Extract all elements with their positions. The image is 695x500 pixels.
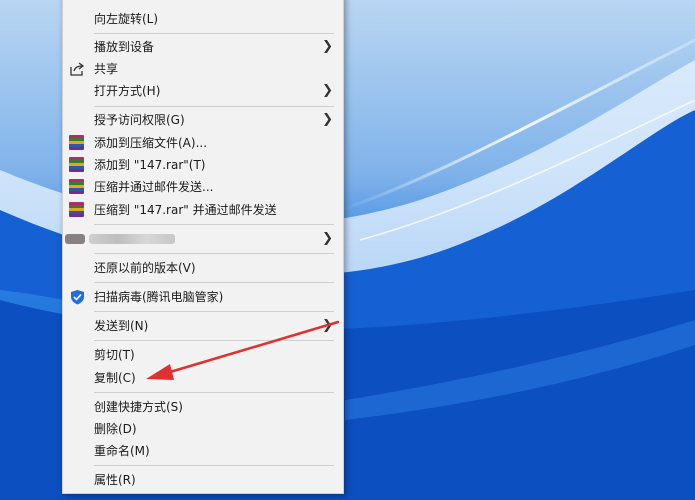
menu-item-delete[interactable]: 删除(D) — [63, 418, 343, 440]
menu-item-label: 压缩到 "147.rar" 并通过邮件发送 — [94, 203, 277, 217]
menu-item-label: 压缩并通过邮件发送... — [94, 180, 214, 194]
menu-item-send-to[interactable]: 发送到(N) ❯ — [63, 315, 343, 337]
menu-separator — [94, 340, 334, 341]
menu-separator — [94, 224, 334, 225]
menu-item-give-access[interactable]: 授予访问权限(G) ❯ — [63, 109, 343, 131]
menu-item-label: 添加到 "147.rar"(T) — [94, 158, 206, 172]
menu-item-label: 授予访问权限(G) — [94, 113, 185, 127]
menu-item-open-with[interactable]: 打开方式(H) ❯ — [63, 80, 343, 102]
share-icon — [69, 61, 86, 77]
context-menu: 向左旋转(L) 播放到设备 ❯ 共享 打开方式(H) ❯ 授予访问权限(G) ❯… — [62, 0, 344, 494]
menu-item-rename[interactable]: 重命名(M) — [63, 440, 343, 462]
menu-item-label: 还原以前的版本(V) — [94, 261, 196, 275]
chevron-right-icon: ❯ — [322, 231, 333, 246]
menu-item-label: 打开方式(H) — [94, 84, 161, 98]
menu-item-label: 共享 — [94, 62, 119, 76]
menu-separator — [94, 392, 334, 393]
chevron-right-icon: ❯ — [322, 39, 333, 54]
menu-item-label: 复制(C) — [94, 371, 136, 385]
menu-item-restore-versions[interactable]: 还原以前的版本(V) — [63, 257, 343, 279]
menu-separator — [94, 311, 334, 312]
chevron-right-icon: ❯ — [322, 83, 333, 98]
menu-item-label: 创建快捷方式(S) — [94, 400, 183, 414]
menu-item-compress-email[interactable]: 压缩并通过邮件发送... — [63, 176, 343, 198]
menu-item-label: 添加到压缩文件(A)... — [94, 136, 208, 150]
menu-separator — [94, 106, 334, 107]
menu-item-copy[interactable]: 复制(C) — [63, 367, 343, 389]
menu-item-label: 删除(D) — [94, 422, 137, 436]
menu-item-label: 向左旋转(L) — [94, 12, 159, 26]
menu-separator — [94, 253, 334, 254]
menu-item-scan-virus[interactable]: 扫描病毒(腾讯电脑管家) — [63, 286, 343, 308]
menu-item-cast-to-device[interactable]: 播放到设备 ❯ — [63, 36, 343, 58]
winrar-archive-icon — [69, 202, 86, 218]
menu-item-cut[interactable]: 剪切(T) — [63, 344, 343, 366]
menu-separator — [94, 282, 334, 283]
chevron-right-icon: ❯ — [322, 318, 333, 333]
menu-item-label: 属性(R) — [94, 473, 136, 487]
blurred-icon — [65, 234, 85, 244]
menu-item-add-to-rar[interactable]: 添加到 "147.rar"(T) — [63, 154, 343, 176]
menu-item-label: 剪切(T) — [94, 348, 135, 362]
menu-item-label: 重命名(M) — [94, 444, 150, 458]
menu-item-label: 发送到(N) — [94, 319, 149, 333]
menu-separator — [94, 465, 334, 466]
chevron-right-icon: ❯ — [322, 112, 333, 127]
menu-item-share[interactable]: 共享 — [63, 58, 343, 80]
menu-item-rotate-left[interactable]: 向左旋转(L) — [63, 8, 343, 30]
menu-item-add-to-archive[interactable]: 添加到压缩文件(A)... — [63, 132, 343, 154]
winrar-archive-icon — [69, 135, 86, 151]
menu-item-compress-rar-email[interactable]: 压缩到 "147.rar" 并通过邮件发送 — [63, 199, 343, 221]
winrar-archive-icon — [69, 179, 86, 195]
menu-item-label: 扫描病毒(腾讯电脑管家) — [94, 290, 224, 304]
blurred-label — [89, 234, 175, 244]
menu-separator — [94, 33, 334, 34]
menu-item-create-shortcut[interactable]: 创建快捷方式(S) — [63, 396, 343, 418]
winrar-archive-icon — [69, 157, 86, 173]
menu-item-blurred[interactable]: ❯ — [63, 228, 343, 250]
tencent-shield-icon — [69, 289, 86, 305]
menu-item-label: 播放到设备 — [94, 40, 155, 54]
menu-item-properties[interactable]: 属性(R) — [63, 469, 343, 491]
